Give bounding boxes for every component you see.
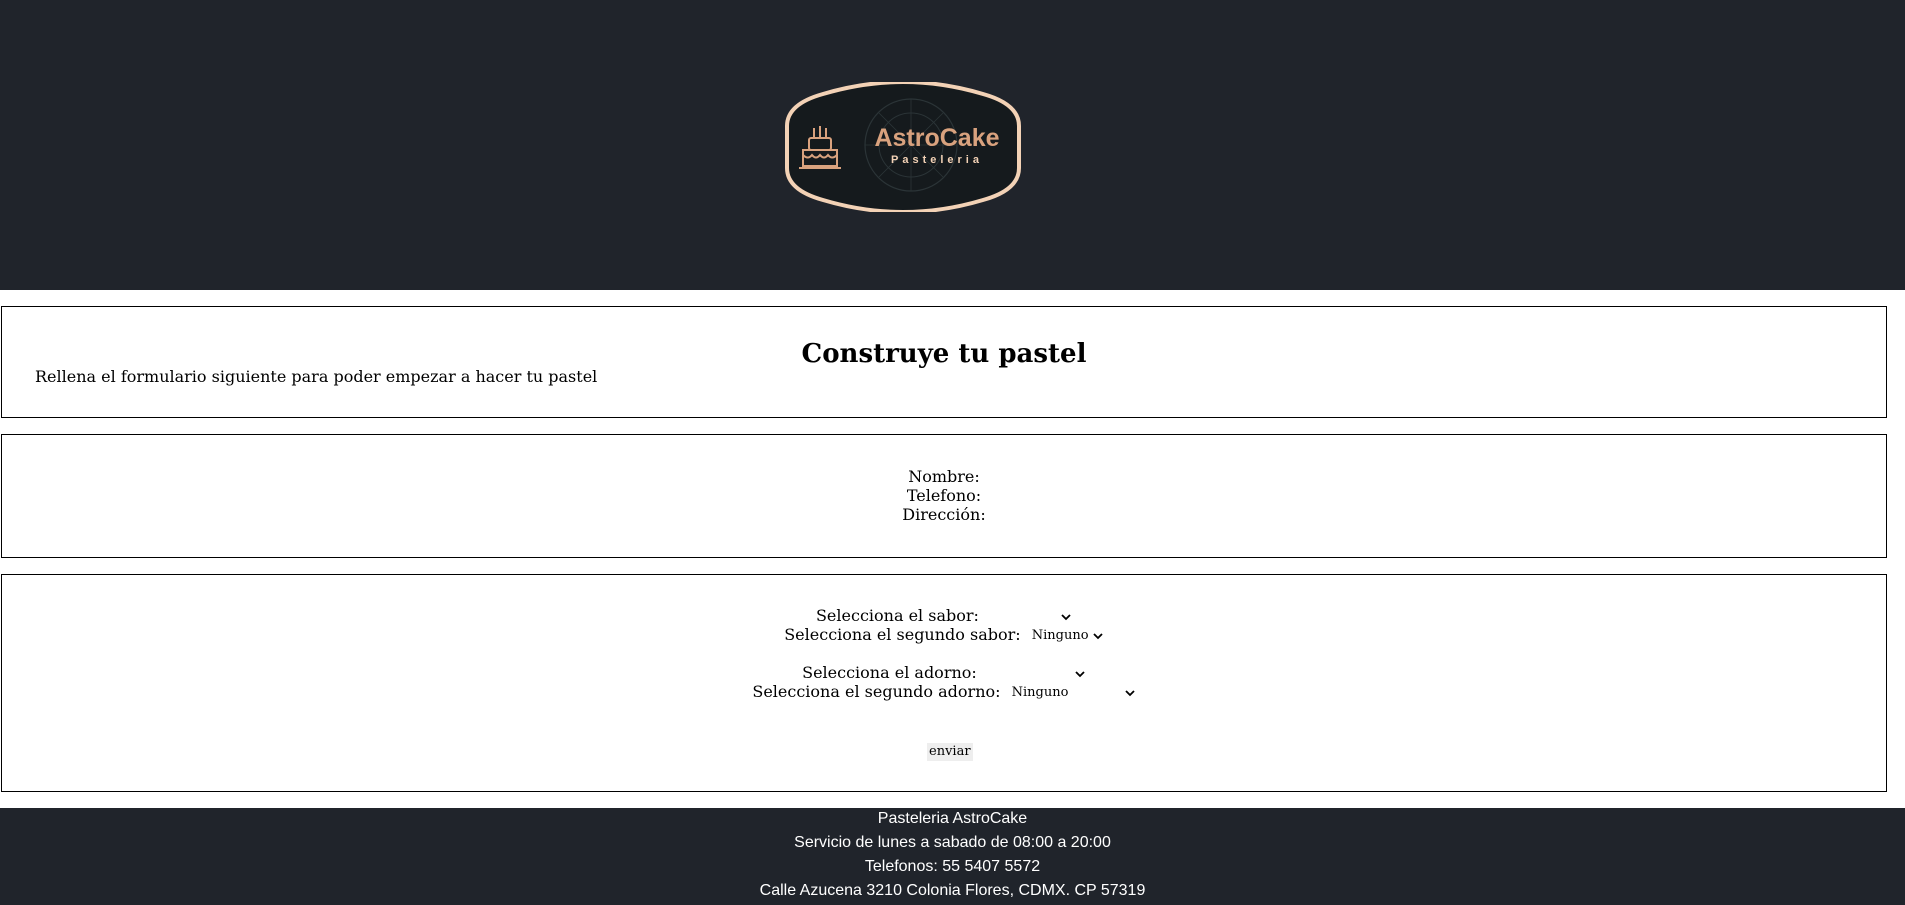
page-title: Construye tu pastel bbox=[801, 339, 1087, 369]
segundo-adorno-select-value: Ninguno bbox=[1011, 684, 1069, 700]
footer-hours: Servicio de lunes a sabado de 08:00 a 20… bbox=[794, 834, 1111, 851]
sabor-label: Selecciona el sabor: bbox=[815, 606, 979, 625]
segundo-sabor-label: Selecciona el segundo sabor: bbox=[784, 625, 1021, 644]
footer-business-name: Pasteleria AstroCake bbox=[877, 810, 1028, 827]
contact-form: Nombre: Telefono: Dirección: bbox=[1, 434, 1887, 558]
chevron-down-icon bbox=[1074, 668, 1086, 680]
submit-button[interactable]: enviar bbox=[927, 743, 973, 761]
astrocake-logo[interactable]: AstroCake Pasteleria bbox=[783, 82, 1023, 212]
segundo-sabor-select-value: Ninguno bbox=[1031, 627, 1089, 643]
chevron-down-icon bbox=[1092, 630, 1104, 642]
footer-address: Calle Azucena 3210 Colonia Flores, CDMX.… bbox=[759, 882, 1146, 899]
segundo-adorno-row: Selecciona el segundo adorno: Ninguno bbox=[2, 682, 1886, 701]
adorno-select[interactable] bbox=[988, 666, 1086, 682]
segundo-adorno-select[interactable]: Ninguno bbox=[1012, 685, 1136, 701]
chevron-down-icon bbox=[1124, 687, 1136, 699]
direccion-row: Dirección: bbox=[2, 505, 1886, 524]
site-footer: Pasteleria AstroCake Servicio de lunes a… bbox=[0, 808, 1905, 905]
sabor-select[interactable] bbox=[990, 609, 1072, 625]
adorno-row: Selecciona el adorno: bbox=[2, 663, 1886, 682]
site-header: AstroCake Pasteleria bbox=[0, 0, 1905, 290]
telefono-label: Telefono: bbox=[906, 486, 982, 505]
chevron-down-icon bbox=[1060, 611, 1072, 623]
intro-description: Rellena el formulario siguiente para pod… bbox=[35, 367, 598, 386]
segundo-adorno-label: Selecciona el segundo adorno: bbox=[752, 682, 1001, 701]
segundo-sabor-row: Selecciona el segundo sabor: Ninguno bbox=[2, 625, 1886, 644]
telefono-row: Telefono: bbox=[2, 486, 1886, 505]
logo-name: AstroCake bbox=[874, 124, 1000, 152]
intro-section: Construye tu pastel Rellena el formulari… bbox=[1, 306, 1887, 418]
nombre-row: Nombre: bbox=[2, 467, 1886, 486]
segundo-sabor-select[interactable]: Ninguno bbox=[1032, 628, 1104, 644]
cake-options-form: Selecciona el sabor: Selecciona el segun… bbox=[1, 574, 1887, 792]
adorno-label: Selecciona el adorno: bbox=[802, 663, 977, 682]
direccion-label: Dirección: bbox=[902, 505, 986, 524]
logo-tagline: Pasteleria bbox=[891, 154, 983, 166]
nombre-label: Nombre: bbox=[908, 467, 980, 486]
sabor-row: Selecciona el sabor: bbox=[2, 606, 1886, 625]
footer-phones: Telefonos: 55 5407 5572 bbox=[864, 858, 1041, 875]
